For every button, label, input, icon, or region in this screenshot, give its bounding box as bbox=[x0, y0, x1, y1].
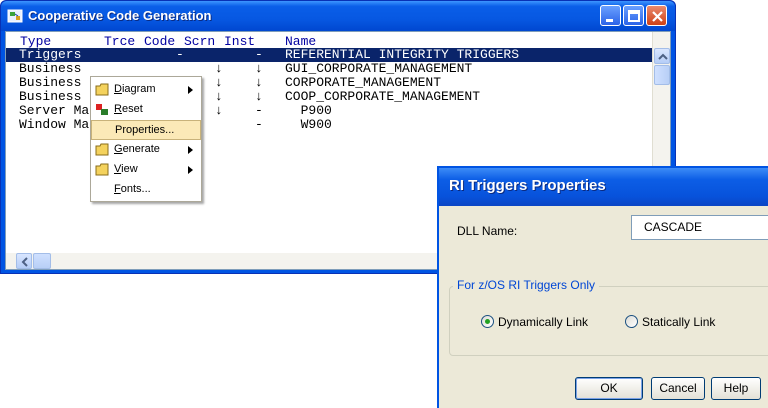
cell-code: - bbox=[176, 47, 184, 62]
ri-triggers-properties-dialog: RI Triggers Properties DLL Name: CASCADE… bbox=[437, 166, 768, 408]
accelerator-key: R bbox=[114, 103, 122, 115]
cell-name: REFERENTIAL INTEGRITY TRIGGERS bbox=[285, 47, 520, 62]
window-title: Cooperative Code Generation bbox=[28, 8, 212, 23]
app-icon bbox=[7, 8, 23, 24]
radio-button-icon bbox=[625, 315, 638, 328]
menu-item-properties[interactable]: Properties... bbox=[91, 120, 201, 140]
group-label: For z/OS RI Triggers Only bbox=[453, 278, 600, 292]
cell-scrn: ↓ bbox=[215, 75, 223, 90]
help-button[interactable]: Help bbox=[711, 377, 761, 400]
cell-scrn: ↓ bbox=[215, 103, 223, 118]
header-trce[interactable]: Trce bbox=[104, 34, 135, 49]
submenu-arrow-icon bbox=[188, 165, 194, 177]
cell-type: Triggers bbox=[19, 47, 82, 62]
cell-name: GUI_CORPORATE_MANAGEMENT bbox=[285, 61, 473, 76]
cell-type: Server Ma bbox=[19, 103, 90, 118]
dialog-title-bar[interactable]: RI Triggers Properties bbox=[439, 168, 768, 206]
submenu-arrow-icon bbox=[188, 145, 194, 157]
cell-type: Business bbox=[19, 61, 82, 76]
vertical-scroll-thumb[interactable] bbox=[654, 65, 670, 85]
cell-scrn: ↓ bbox=[215, 61, 223, 76]
scroll-up-button[interactable] bbox=[654, 48, 670, 64]
cell-type: Business bbox=[19, 75, 82, 90]
menu-item-reset[interactable]: Reset bbox=[91, 100, 201, 120]
menu-item-label: View bbox=[114, 163, 138, 175]
folder-icon bbox=[95, 143, 109, 156]
chevron-left-icon bbox=[21, 257, 28, 267]
folder-icon bbox=[95, 163, 109, 176]
radio-dynamically-link[interactable]: Dynamically Link bbox=[481, 315, 611, 331]
dll-name-label: DLL Name: bbox=[457, 224, 518, 238]
context-menu: Diagram Reset Properties... Generate Vie… bbox=[90, 76, 202, 202]
cell-name: W900 bbox=[285, 117, 332, 132]
radio-statically-link[interactable]: Statically Link bbox=[625, 315, 735, 331]
close-icon bbox=[652, 11, 663, 22]
menu-item-label: Fonts... bbox=[114, 183, 151, 195]
maximize-icon bbox=[628, 10, 640, 22]
accelerator-key: D bbox=[114, 83, 122, 95]
menu-item-view[interactable]: View bbox=[91, 160, 201, 180]
menu-item-label: Properties... bbox=[115, 124, 175, 136]
cell-inst: ↓ bbox=[255, 61, 263, 76]
cell-type: Business bbox=[19, 89, 82, 104]
menu-item-label: Generate bbox=[114, 143, 160, 155]
table-row[interactable]: Triggers - - REFERENTIAL INTEGRITY TRIGG… bbox=[6, 48, 652, 62]
chevron-up-icon bbox=[658, 53, 668, 60]
maximize-button[interactable] bbox=[623, 5, 644, 26]
accelerator-key: G bbox=[114, 143, 123, 155]
minimize-button[interactable] bbox=[600, 5, 621, 26]
cell-inst: ↓ bbox=[255, 75, 263, 90]
cell-inst: - bbox=[255, 47, 263, 62]
header-code[interactable]: Code bbox=[144, 34, 175, 49]
table-row[interactable]: Business ↓ ↓ GUI_CORPORATE_MANAGEMENT bbox=[6, 62, 652, 76]
header-inst[interactable]: Inst bbox=[224, 34, 255, 49]
cell-name: COOP_CORPORATE_MANAGEMENT bbox=[285, 89, 481, 104]
folder-icon bbox=[95, 83, 109, 96]
ok-button[interactable]: OK bbox=[575, 377, 643, 400]
close-button[interactable] bbox=[646, 5, 667, 26]
reset-icon bbox=[95, 103, 109, 116]
menu-item-label: Reset bbox=[114, 103, 143, 115]
cell-name: CORPORATE_MANAGEMENT bbox=[285, 75, 442, 90]
title-bar[interactable]: Cooperative Code Generation bbox=[1, 1, 675, 31]
cell-inst: ↓ bbox=[255, 89, 263, 104]
header-scrn[interactable]: Scrn bbox=[184, 34, 215, 49]
menu-item-label: Diagram bbox=[114, 83, 156, 95]
horizontal-scroll-thumb[interactable] bbox=[33, 253, 51, 269]
menu-item-generate[interactable]: Generate bbox=[91, 140, 201, 160]
cell-name: P900 bbox=[285, 103, 332, 118]
cell-type: Window Ma bbox=[19, 117, 90, 132]
dll-name-input[interactable]: CASCADE bbox=[631, 215, 768, 240]
radio-selected-dot bbox=[485, 319, 490, 324]
accelerator-key: F bbox=[114, 183, 121, 195]
dialog-title: RI Triggers Properties bbox=[449, 177, 606, 194]
scroll-left-button[interactable] bbox=[16, 253, 32, 269]
cell-inst: - bbox=[255, 117, 263, 132]
cell-inst: - bbox=[255, 103, 263, 118]
radio-label: Statically Link bbox=[642, 315, 716, 329]
accelerator-key: V bbox=[114, 163, 122, 175]
menu-item-diagram[interactable]: Diagram bbox=[91, 80, 201, 100]
cell-scrn: ↓ bbox=[215, 89, 223, 104]
cancel-button[interactable]: Cancel bbox=[651, 377, 705, 400]
minimize-icon bbox=[606, 19, 613, 22]
submenu-arrow-icon bbox=[188, 85, 194, 97]
radio-label: Dynamically Link bbox=[498, 315, 589, 329]
menu-item-fonts[interactable]: Fonts... bbox=[91, 180, 201, 200]
radio-button-icon bbox=[481, 315, 494, 328]
